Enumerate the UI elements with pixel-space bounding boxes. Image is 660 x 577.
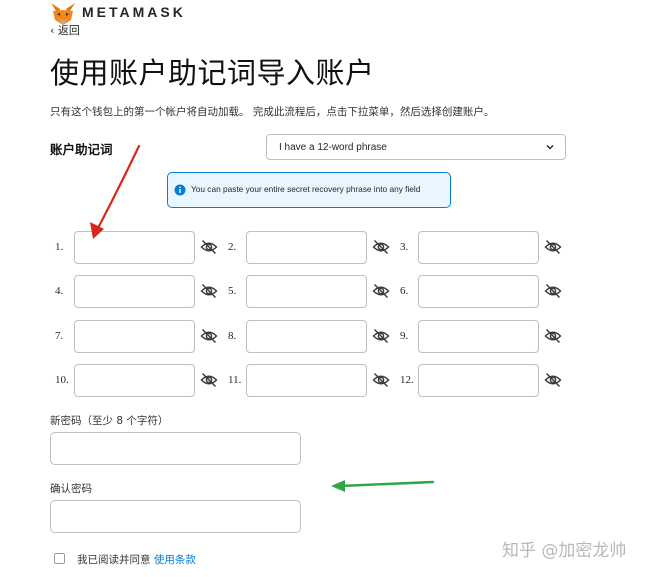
word-input-9[interactable] <box>418 320 539 353</box>
word-input-8[interactable] <box>246 320 367 353</box>
word-number: 2. <box>228 241 237 253</box>
phrase-length-select[interactable]: I have a 12-word phrase <box>266 134 566 160</box>
eye-slash-icon[interactable] <box>200 328 218 344</box>
info-icon <box>174 184 186 196</box>
word-number: 7. <box>55 330 64 342</box>
eye-slash-icon[interactable] <box>372 372 390 388</box>
eye-slash-icon[interactable] <box>200 283 218 299</box>
word-number: 10. <box>55 374 69 386</box>
eye-slash-icon[interactable] <box>200 239 218 255</box>
phrase-label: 账户助记词 <box>50 142 113 157</box>
word-number: 6. <box>400 285 409 297</box>
paste-info-box: You can paste your entire secret recover… <box>167 172 451 208</box>
terms-prefix: 我已阅读并同意 <box>77 554 154 566</box>
terms-checkbox[interactable] <box>54 553 65 564</box>
word-number: 12. <box>400 374 414 386</box>
word-input-7[interactable] <box>74 320 195 353</box>
paste-info-text: You can paste your entire secret recover… <box>191 184 421 194</box>
word-number: 4. <box>55 285 64 297</box>
eye-slash-icon[interactable] <box>372 283 390 299</box>
chevron-down-icon <box>546 145 554 150</box>
confirm-password-label: 确认密码 <box>50 483 92 495</box>
word-number: 8. <box>228 330 237 342</box>
word-number: 1. <box>55 241 64 253</box>
word-input-6[interactable] <box>418 275 539 308</box>
word-input-12[interactable] <box>418 364 539 397</box>
red-arrow-annotation <box>90 144 141 239</box>
word-input-4[interactable] <box>74 275 195 308</box>
phrase-length-value: I have a 12-word phrase <box>279 142 387 153</box>
intro-text: 只有这个钱包上的第一个帐户将自动加载。 完成此流程后，点击下拉菜单，然后选择创建… <box>50 106 495 118</box>
word-input-2[interactable] <box>246 231 367 264</box>
new-password-label: 新密码（至少 8 个字符） <box>50 415 169 427</box>
page-title: 使用账户助记词导入账户 <box>50 56 375 90</box>
word-number: 5. <box>228 285 237 297</box>
word-input-1[interactable] <box>74 231 195 264</box>
watermark: 知乎 @加密龙帅 <box>502 541 627 561</box>
eye-slash-icon[interactable] <box>372 328 390 344</box>
confirm-password-input[interactable] <box>50 500 301 533</box>
word-input-5[interactable] <box>246 275 367 308</box>
eye-slash-icon[interactable] <box>544 372 562 388</box>
terms-text: 我已阅读并同意 使用条款 <box>77 552 196 567</box>
back-link[interactable]: ‹ 返回 <box>50 22 80 38</box>
word-input-10[interactable] <box>74 364 195 397</box>
word-number: 3. <box>400 241 409 253</box>
brand-name: METAMASK <box>82 4 186 20</box>
eye-slash-icon[interactable] <box>544 239 562 255</box>
green-arrow-annotation <box>331 480 435 492</box>
new-password-input[interactable] <box>50 432 301 465</box>
word-input-3[interactable] <box>418 231 539 264</box>
word-input-11[interactable] <box>246 364 367 397</box>
word-number: 9. <box>400 330 409 342</box>
word-number: 11. <box>228 374 242 386</box>
eye-slash-icon[interactable] <box>544 328 562 344</box>
eye-slash-icon[interactable] <box>544 283 562 299</box>
terms-link[interactable]: 使用条款 <box>154 554 196 566</box>
eye-slash-icon[interactable] <box>200 372 218 388</box>
eye-slash-icon[interactable] <box>372 239 390 255</box>
